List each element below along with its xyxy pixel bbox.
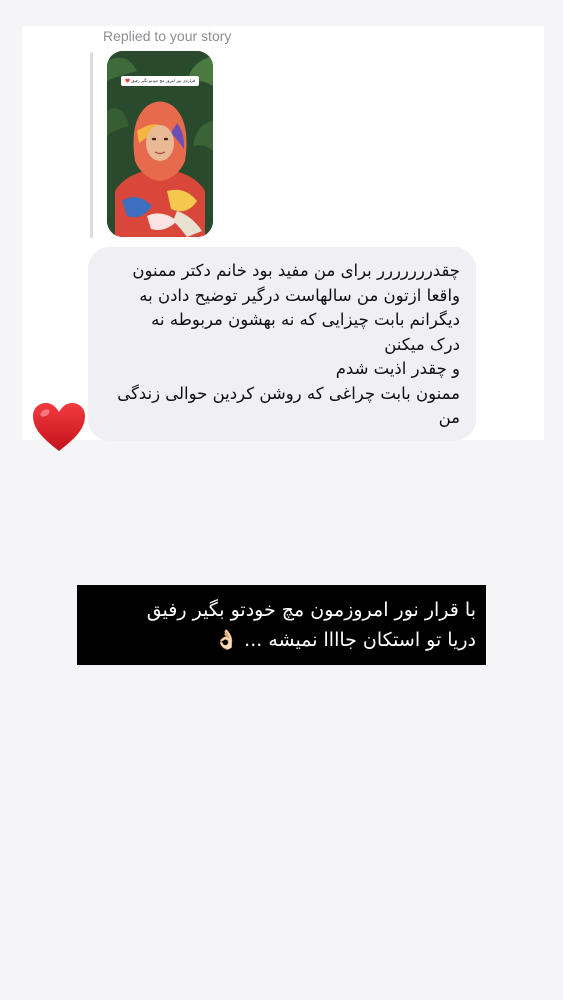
overlay-text: با قرار نور امروزمون مچ خودتو بگیر رفیق … (147, 595, 476, 655)
message-line: ممنون بابت چراغی که روشن کردین حوالی زند… (117, 383, 460, 403)
message-line: من (438, 408, 460, 427)
story-text-overlay: با قرار نور امروزمون مچ خودتو بگیر رفیق … (77, 585, 486, 665)
message-line: درک میکنن (384, 334, 460, 354)
message-line: چقدررررررر برای من مفید بود خانم دکتر مم… (132, 261, 460, 280)
message-bubble[interactable]: چقدررررررر برای من مفید بود خانم دکتر مم… (88, 247, 476, 441)
message-line: دیگرانم بابت چیزایی که نه بهشون مربوطه ن… (151, 310, 460, 329)
message-line: و چقدر اذیت شدم (335, 359, 460, 378)
reply-indicator-bar (90, 52, 93, 238)
overlay-line: دریا تو استکان جاااا نمیشه ... 👌🏻 (214, 629, 476, 651)
overlay-line: با قرار نور امروزمون مچ خودتو بگیر رفیق (146, 599, 476, 621)
message-line: واقعا ازتون من سالهاست درگیر توضیح دادن … (139, 285, 460, 305)
story-thumbnail[interactable]: قراره‌ی نور امروز مچ خودتو بگیر رفیق ❤️ (107, 51, 213, 237)
replied-to-story-label: Replied to your story (103, 28, 232, 44)
story-caption: قراره‌ی نور امروز مچ خودتو بگیر رفیق ❤️ (121, 76, 199, 86)
heart-reaction-icon[interactable] (31, 401, 87, 453)
message-text: چقدررررررر برای من مفید بود خانم دکتر مم… (102, 259, 460, 431)
